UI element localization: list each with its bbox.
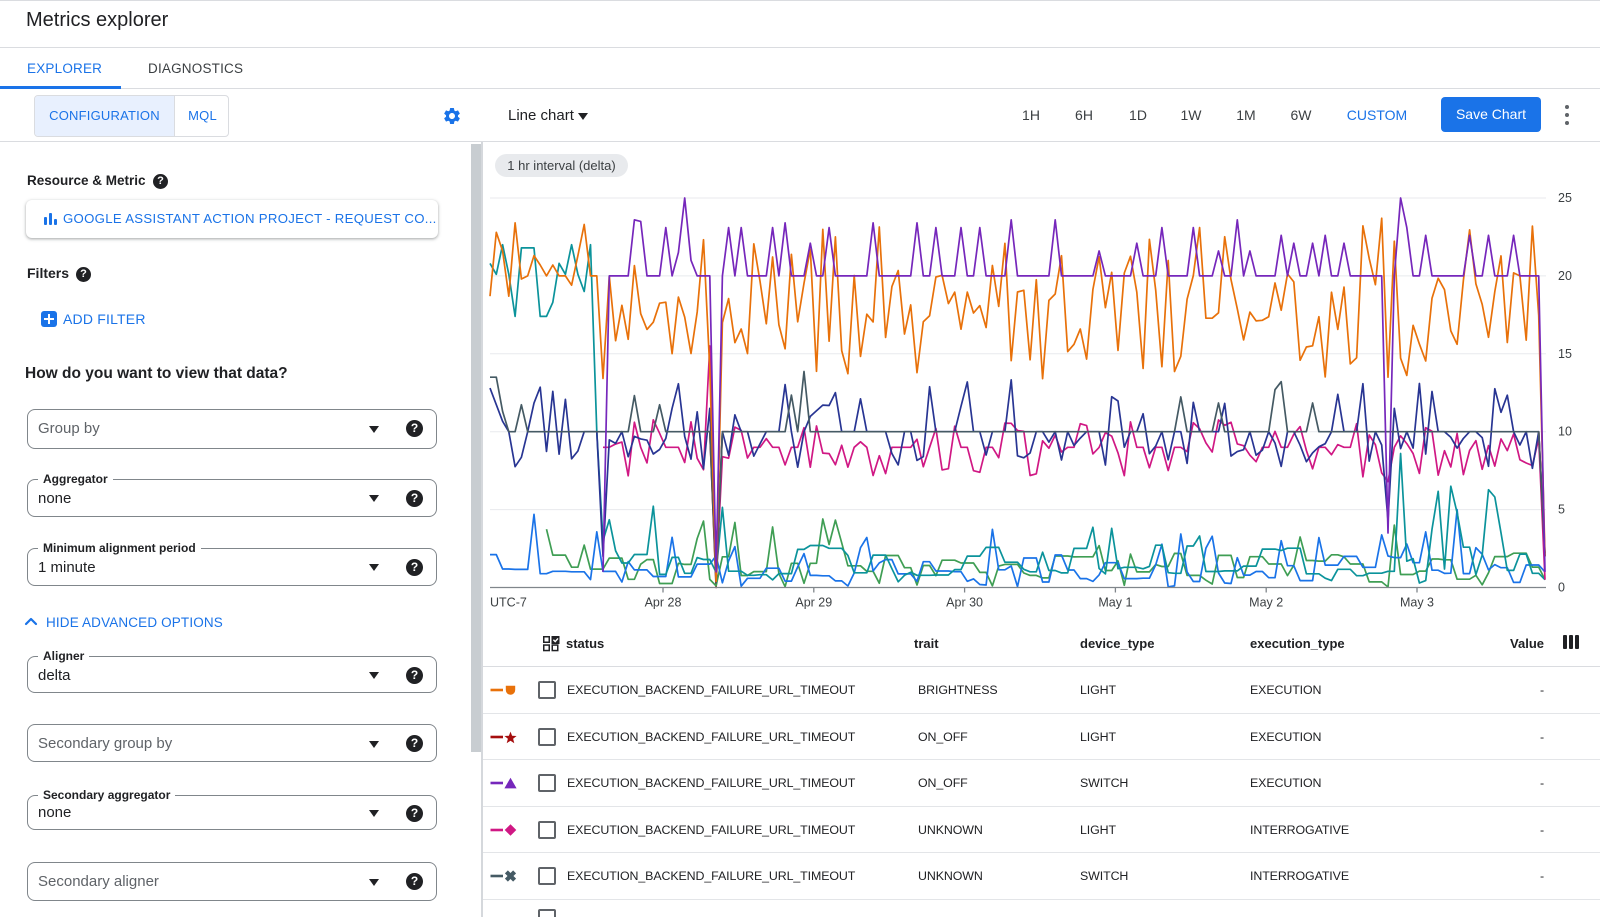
svg-text:Apr 29: Apr 29 [795,596,832,610]
svg-text:15: 15 [1558,347,1572,361]
svg-text:5: 5 [1558,503,1565,517]
svg-text:UTC-7: UTC-7 [490,596,527,610]
svg-text:25: 25 [1558,191,1572,205]
svg-text:May 1: May 1 [1098,596,1132,610]
svg-text:0: 0 [1558,581,1565,595]
svg-text:Apr 30: Apr 30 [946,596,983,610]
svg-text:May 3: May 3 [1400,596,1434,610]
svg-text:20: 20 [1558,269,1572,283]
svg-text:10: 10 [1558,425,1572,439]
svg-text:Apr 28: Apr 28 [645,596,682,610]
svg-text:May 2: May 2 [1249,596,1283,610]
